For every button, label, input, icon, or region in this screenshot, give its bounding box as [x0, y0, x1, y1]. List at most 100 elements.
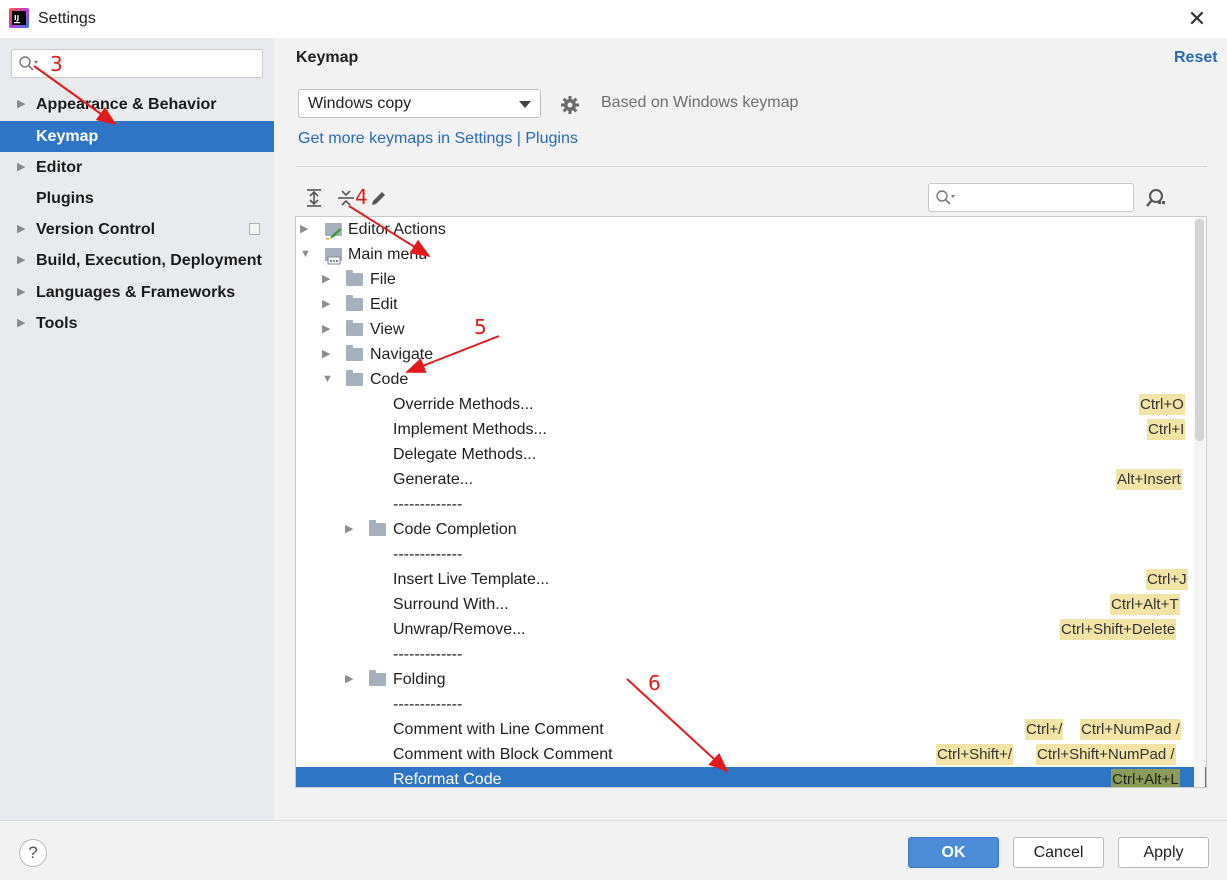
- cancel-button[interactable]: Cancel: [1013, 837, 1104, 868]
- gear-icon[interactable]: [560, 95, 580, 115]
- close-icon[interactable]: ✕: [1184, 6, 1210, 32]
- shortcut-badge: Ctrl+I: [1147, 419, 1186, 440]
- tree-row[interactable]: ▶ Folding: [296, 667, 1206, 692]
- divider: [296, 166, 1207, 167]
- edit-pencil-icon[interactable]: [369, 188, 389, 208]
- folder-icon: [346, 370, 363, 386]
- based-on-label: Based on Windows keymap: [601, 94, 799, 111]
- expand-all-icon[interactable]: [304, 188, 324, 208]
- shortcut-badge: Ctrl+Alt+T: [1110, 594, 1180, 615]
- tree-row-label: Main menu: [348, 246, 428, 263]
- sidebar-item-keymap[interactable]: Keymap: [0, 121, 274, 152]
- keymap-tree: ▶ Editor Actions ▼ Main menu ▶ File ▶ Edit ▶ View…: [295, 216, 1207, 788]
- tree-row-label: Code Completion: [393, 521, 517, 538]
- tree-row-label: Override Methods...: [393, 396, 534, 413]
- get-more-keymaps-link[interactable]: Get more keymaps in Settings | Plugins: [298, 130, 578, 148]
- folder-icon: [346, 295, 363, 311]
- sidebar-item-build-execution-deployment[interactable]: ▶ Build, Execution, Deployment: [0, 245, 274, 276]
- ok-button[interactable]: OK: [908, 837, 999, 868]
- dialog-footer: ? OK Cancel Apply: [0, 820, 1227, 880]
- help-button[interactable]: ?: [19, 839, 47, 867]
- tree-row[interactable]: -------------: [296, 542, 1206, 567]
- tree-row[interactable]: Generate... Alt+Insert: [296, 467, 1206, 492]
- shortcut-badge: Alt+Insert: [1116, 469, 1182, 490]
- expand-arrow-icon: ▶: [17, 254, 26, 266]
- vertical-scrollbar[interactable]: [1194, 217, 1205, 787]
- shortcut-badge: Ctrl+J: [1146, 569, 1188, 590]
- expand-arrow-icon[interactable]: ▶: [345, 667, 353, 692]
- tree-row[interactable]: ▼ Main menu: [296, 242, 1206, 267]
- sidebar-item-editor[interactable]: ▶ Editor: [0, 152, 274, 183]
- annotation-number-5: 5: [474, 315, 487, 339]
- annotation-number-4: 4: [355, 185, 368, 209]
- find-by-shortcut-icon[interactable]: [1144, 187, 1166, 209]
- tree-row-label: Surround With...: [393, 596, 509, 613]
- expand-arrow-icon: ▶: [17, 161, 26, 173]
- folder-icon: [369, 520, 386, 536]
- tree-row[interactable]: ▶ Code Completion: [296, 517, 1206, 542]
- tree-row-label: Comment with Line Comment: [393, 721, 604, 738]
- tree-row[interactable]: ▼ Code: [296, 367, 1206, 392]
- title-bar: IJ Settings ✕: [0, 0, 1227, 38]
- tree-row[interactable]: Insert Live Template... Ctrl+J: [296, 567, 1206, 592]
- tree-row[interactable]: ▶ Navigate: [296, 342, 1206, 367]
- expand-arrow-icon[interactable]: ▶: [322, 342, 330, 367]
- scrollbar-thumb[interactable]: [1195, 219, 1204, 441]
- expand-arrow-icon: ▶: [17, 317, 26, 329]
- tree-row[interactable]: -------------: [296, 692, 1206, 717]
- tree-row-label: Comment with Block Comment: [393, 746, 613, 763]
- sidebar-item-appearance-behavior[interactable]: ▶ Appearance & Behavior: [0, 89, 274, 120]
- collapse-arrow-icon[interactable]: ▼: [322, 367, 333, 392]
- expand-arrow-icon[interactable]: ▶: [322, 292, 330, 317]
- expand-arrow-icon[interactable]: ▶: [322, 267, 330, 292]
- sidebar-item-label: Plugins: [36, 190, 94, 207]
- tree-row[interactable]: Unwrap/Remove... Ctrl+Shift+Delete: [296, 617, 1206, 642]
- annotation-number-3: 3: [50, 52, 63, 76]
- tree-row-label: Generate...: [393, 471, 474, 488]
- collapse-arrow-icon[interactable]: ▼: [300, 242, 311, 267]
- expand-arrow-icon[interactable]: ▶: [345, 517, 353, 542]
- tree-row[interactable]: ▶ Edit: [296, 292, 1206, 317]
- tree-row-label: Navigate: [370, 346, 434, 363]
- keymap-select[interactable]: Windows copy: [298, 89, 541, 118]
- chevron-down-icon: [519, 101, 531, 108]
- tree-row-label: Folding: [393, 671, 446, 688]
- tree-row[interactable]: ▶ File: [296, 267, 1206, 292]
- collapse-all-icon[interactable]: [336, 188, 356, 208]
- keymap-filter-input[interactable]: [928, 183, 1134, 212]
- tree-row[interactable]: Comment with Block Comment Ctrl+Shift+/ Ct…: [296, 742, 1206, 767]
- tree-row-label: View: [370, 321, 405, 338]
- tree-row[interactable]: Delegate Methods...: [296, 442, 1206, 467]
- tree-row[interactable]: -------------: [296, 642, 1206, 667]
- reset-link[interactable]: Reset: [1174, 49, 1218, 67]
- apply-button[interactable]: Apply: [1118, 837, 1209, 868]
- tree-row[interactable]: Implement Methods... Ctrl+I: [296, 417, 1206, 442]
- sidebar-item-version-control[interactable]: ▶ Version Control: [0, 214, 274, 245]
- tree-row-label: -------------: [393, 696, 463, 713]
- tree-row[interactable]: Surround With... Ctrl+Alt+T: [296, 592, 1206, 617]
- sidebar-item-label: Appearance & Behavior: [36, 96, 217, 113]
- annotation-number-6: 6: [648, 671, 661, 695]
- editor-actions-icon: [325, 223, 342, 240]
- expand-arrow-icon[interactable]: ▶: [322, 317, 330, 342]
- tree-row[interactable]: ▶ View: [296, 317, 1206, 342]
- sidebar-item-label: Tools: [36, 315, 78, 332]
- main-menu-icon: [325, 248, 342, 265]
- tree-row[interactable]: Reformat Code Ctrl+Alt+L: [296, 767, 1206, 787]
- tree-row-label: Code: [370, 371, 409, 388]
- tree-row[interactable]: -------------: [296, 492, 1206, 517]
- sidebar-item-languages-frameworks[interactable]: ▶ Languages & Frameworks: [0, 277, 274, 308]
- tree-row[interactable]: Comment with Line Comment Ctrl+/ Ctrl+NumP…: [296, 717, 1206, 742]
- tree-row-label: -------------: [393, 546, 463, 563]
- sidebar-item-plugins[interactable]: Plugins: [0, 183, 274, 214]
- settings-search-input[interactable]: [11, 49, 263, 78]
- tree-row[interactable]: Override Methods... Ctrl+O: [296, 392, 1206, 417]
- sidebar-item-tools[interactable]: ▶ Tools: [0, 308, 274, 339]
- tree-row[interactable]: ▶ Editor Actions: [296, 217, 1206, 242]
- svg-text:IJ: IJ: [14, 14, 19, 22]
- sidebar-item-label: Keymap: [36, 128, 99, 145]
- expand-arrow-icon[interactable]: ▶: [300, 217, 308, 242]
- settings-sidebar: ▶ Appearance & Behavior Keymap ▶ Editor …: [0, 38, 274, 820]
- shortcut-badge: Ctrl+Shift+Delete: [1060, 619, 1177, 640]
- shortcut-badge: Ctrl+O: [1139, 394, 1185, 415]
